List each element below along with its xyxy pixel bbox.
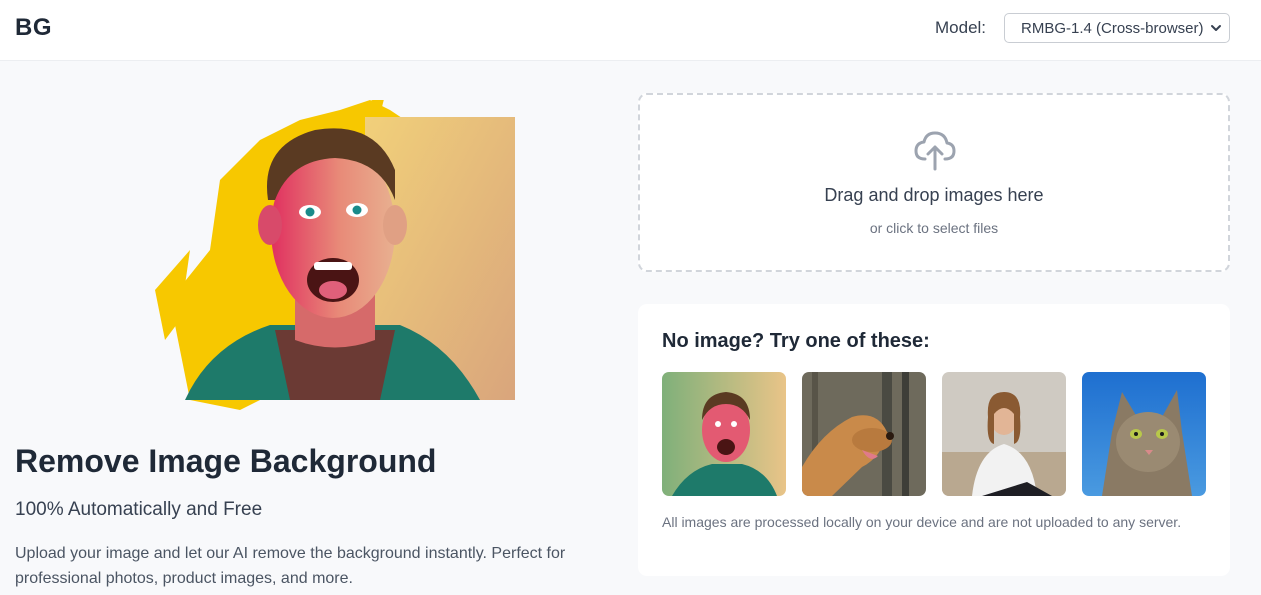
samples-title: No image? Try one of these: — [662, 330, 930, 352]
upload-dropzone[interactable]: Drag and drop images here or click to se… — [638, 93, 1230, 272]
dropzone-title: Drag and drop images here — [824, 185, 1044, 205]
page-title: Remove Image Background — [15, 443, 437, 479]
model-select[interactable]: RMBG-1.4 (Cross-browser) — [1004, 13, 1230, 43]
sample-image-woman[interactable] — [942, 372, 1066, 496]
app-logo[interactable]: BG — [15, 14, 52, 42]
sample-image-dog[interactable] — [802, 372, 926, 496]
sample-image-man[interactable] — [662, 372, 786, 496]
privacy-note: All images are processed locally on your… — [662, 514, 1182, 530]
dropzone-subtitle: or click to select files — [869, 220, 999, 236]
model-label: Model: — [935, 18, 987, 37]
cloud-upload-icon — [914, 131, 956, 171]
sample-image-cat[interactable] — [1082, 372, 1206, 496]
page-subtitle: 100% Automatically and Free — [15, 499, 263, 520]
model-select-value: RMBG-1.4 (Cross-browser) — [1021, 19, 1204, 37]
samples-card: No image? Try one of these: All images a… — [638, 304, 1230, 576]
hero-image — [155, 100, 515, 410]
chevron-down-icon — [1211, 25, 1221, 31]
top-bar: BG Model: RMBG-1.4 (Cross-browser) — [0, 0, 1261, 61]
page-description: Upload your image and let our AI remove … — [15, 545, 566, 587]
